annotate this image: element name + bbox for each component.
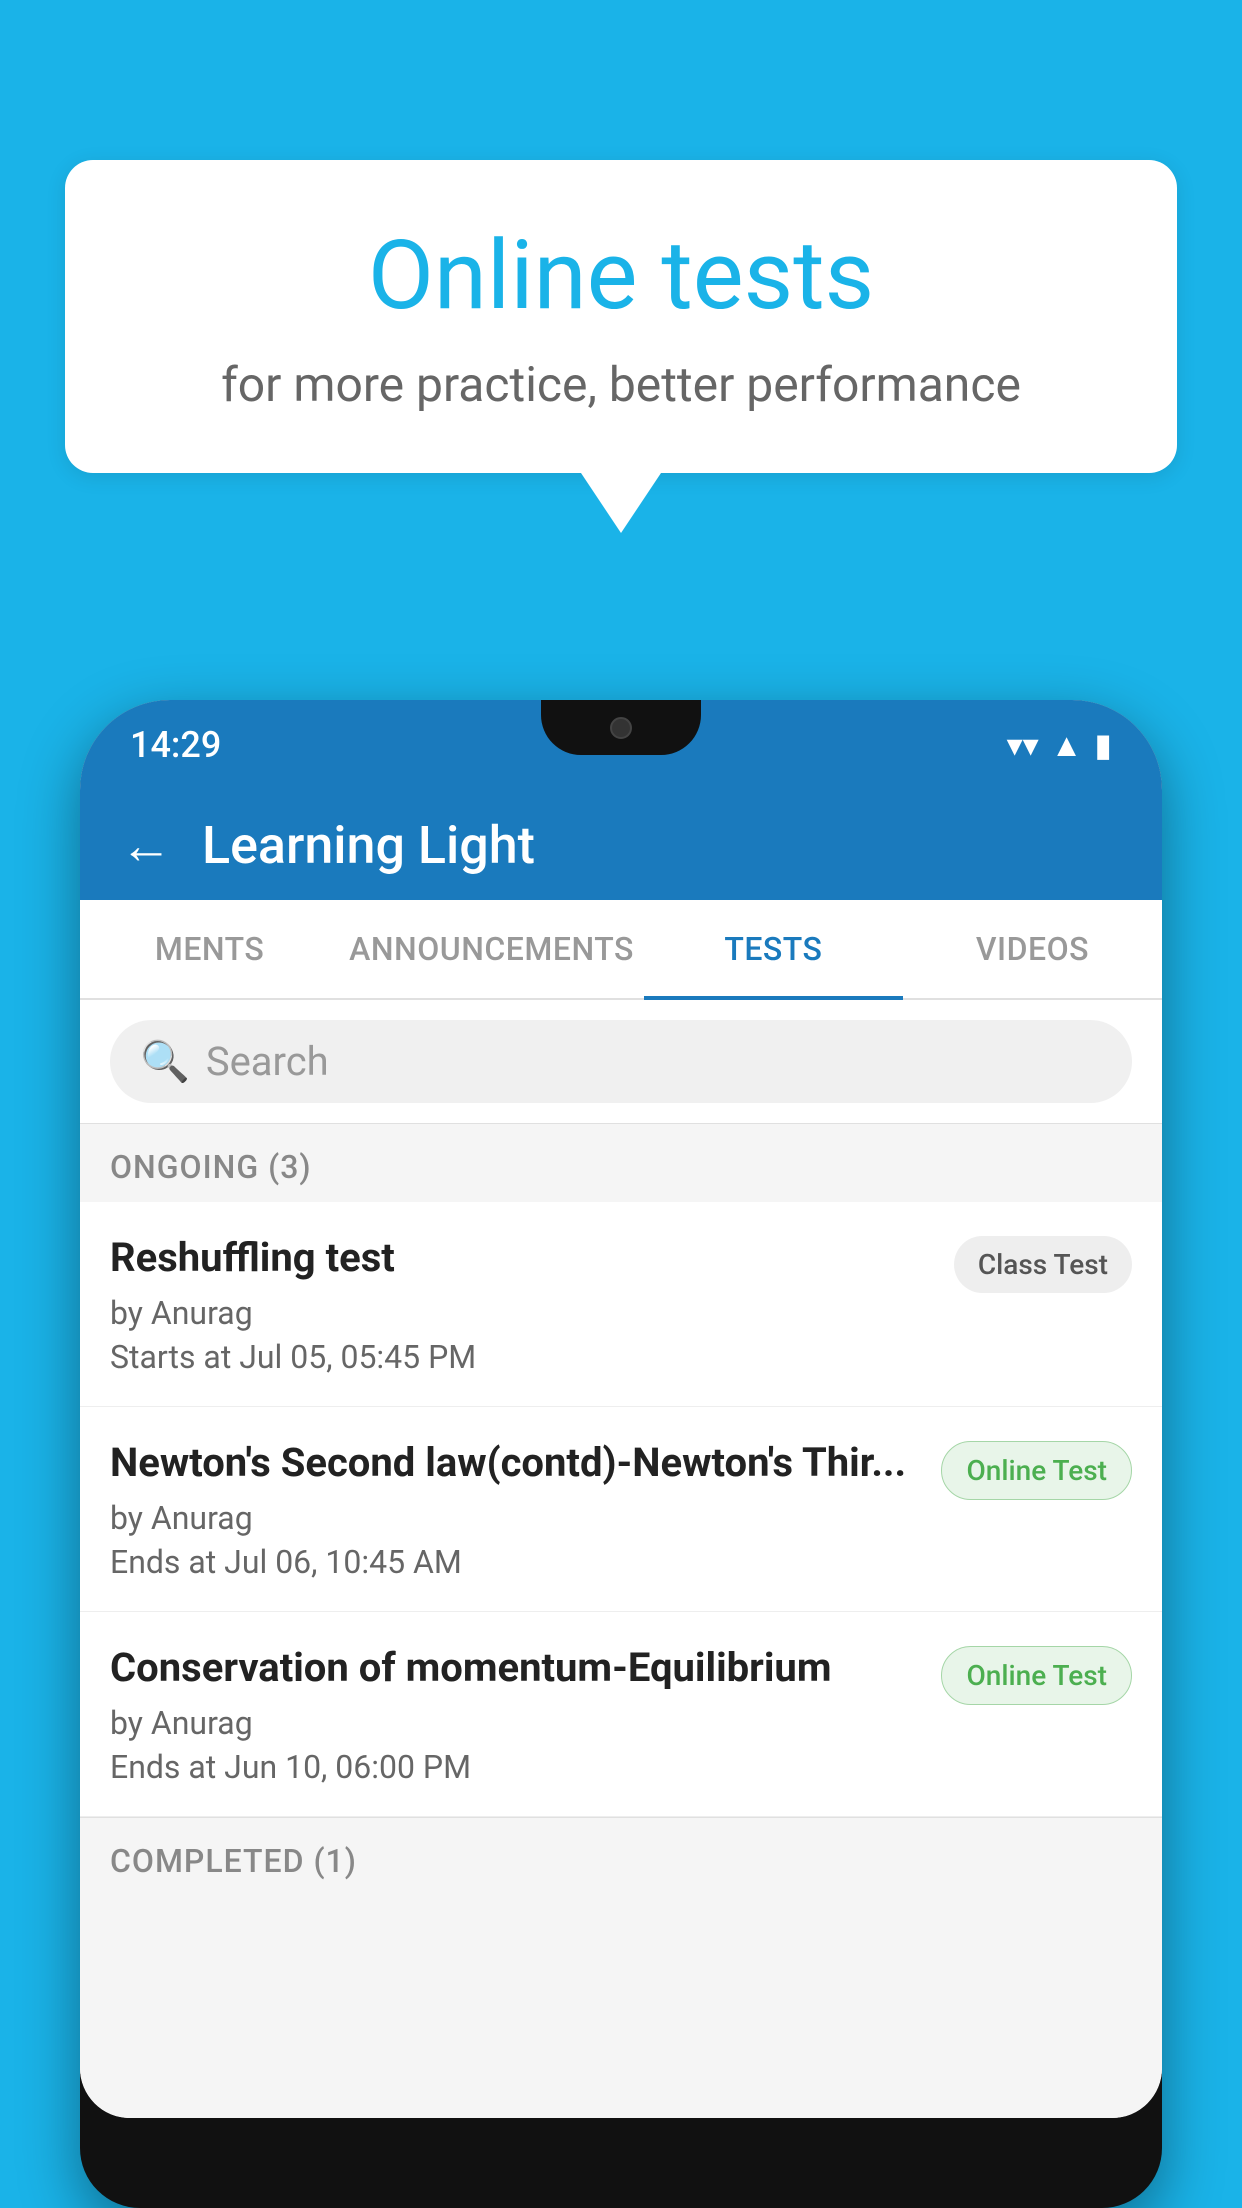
status-icons: ▾▾ ▲ ▮ <box>1007 726 1112 764</box>
wifi-icon: ▾▾ <box>1007 726 1039 764</box>
ongoing-title: ONGOING (3) <box>110 1148 312 1186</box>
phone-notch <box>541 700 701 755</box>
back-button[interactable]: ← <box>120 815 172 876</box>
completed-section-header: COMPLETED (1) <box>80 1817 1162 1896</box>
test-item-2[interactable]: Newton's Second law(contd)-Newton's Thir… <box>80 1407 1162 1612</box>
test-item-1[interactable]: Reshuffling test by Anurag Starts at Jul… <box>80 1202 1162 1407</box>
speech-bubble-arrow <box>581 473 661 533</box>
test-title-3: Conservation of momentum-Equilibrium <box>110 1642 921 1694</box>
test-title-1: Reshuffling test <box>110 1232 934 1284</box>
app-title: Learning Light <box>202 815 535 876</box>
app-header: ← Learning Light <box>80 790 1162 900</box>
camera-dot <box>610 717 632 739</box>
test-info-1: Reshuffling test by Anurag Starts at Jul… <box>110 1232 934 1376</box>
test-info-2: Newton's Second law(contd)-Newton's Thir… <box>110 1437 921 1581</box>
test-badge-2: Online Test <box>941 1441 1132 1500</box>
search-icon: 🔍 <box>140 1038 190 1085</box>
completed-title: COMPLETED (1) <box>110 1842 357 1880</box>
speech-bubble-subtitle: for more practice, better performance <box>145 356 1097 413</box>
search-placeholder: Search <box>206 1038 329 1085</box>
signal-icon: ▲ <box>1051 726 1083 764</box>
test-date-3: Ends at Jun 10, 06:00 PM <box>110 1748 921 1786</box>
tab-ments[interactable]: MENTS <box>80 900 339 998</box>
test-badge-3: Online Test <box>941 1646 1132 1705</box>
status-time: 14:29 <box>130 724 221 766</box>
test-badge-1: Class Test <box>954 1236 1132 1293</box>
tab-tests[interactable]: TESTS <box>644 900 903 998</box>
status-bar: 14:29 ▾▾ ▲ ▮ <box>80 700 1162 790</box>
tab-announcements[interactable]: ANNOUNCEMENTS <box>339 900 644 998</box>
test-item-3[interactable]: Conservation of momentum-Equilibrium by … <box>80 1612 1162 1817</box>
test-date-2: Ends at Jul 06, 10:45 AM <box>110 1543 921 1581</box>
test-author-2: by Anurag <box>110 1499 921 1537</box>
speech-bubble-title: Online tests <box>145 220 1097 332</box>
test-author-3: by Anurag <box>110 1704 921 1742</box>
tab-videos[interactable]: VIDEOS <box>903 900 1162 998</box>
test-title-2: Newton's Second law(contd)-Newton's Thir… <box>110 1437 921 1489</box>
phone-frame: 14:29 ▾▾ ▲ ▮ ← Learning Light MENTS ANNO… <box>80 700 1162 2208</box>
battery-icon: ▮ <box>1094 726 1112 764</box>
test-info-3: Conservation of momentum-Equilibrium by … <box>110 1642 921 1786</box>
search-bar-container: 🔍 Search <box>80 1000 1162 1124</box>
speech-bubble-container: Online tests for more practice, better p… <box>65 160 1177 533</box>
phone-content: 🔍 Search ONGOING (3) Reshuffling test by… <box>80 1000 1162 2118</box>
tabs-container: MENTS ANNOUNCEMENTS TESTS VIDEOS <box>80 900 1162 1000</box>
ongoing-section-header: ONGOING (3) <box>80 1124 1162 1202</box>
test-date-1: Starts at Jul 05, 05:45 PM <box>110 1338 934 1376</box>
speech-bubble: Online tests for more practice, better p… <box>65 160 1177 473</box>
test-author-1: by Anurag <box>110 1294 934 1332</box>
phone-inner: 14:29 ▾▾ ▲ ▮ ← Learning Light MENTS ANNO… <box>80 700 1162 2118</box>
search-bar[interactable]: 🔍 Search <box>110 1020 1132 1103</box>
